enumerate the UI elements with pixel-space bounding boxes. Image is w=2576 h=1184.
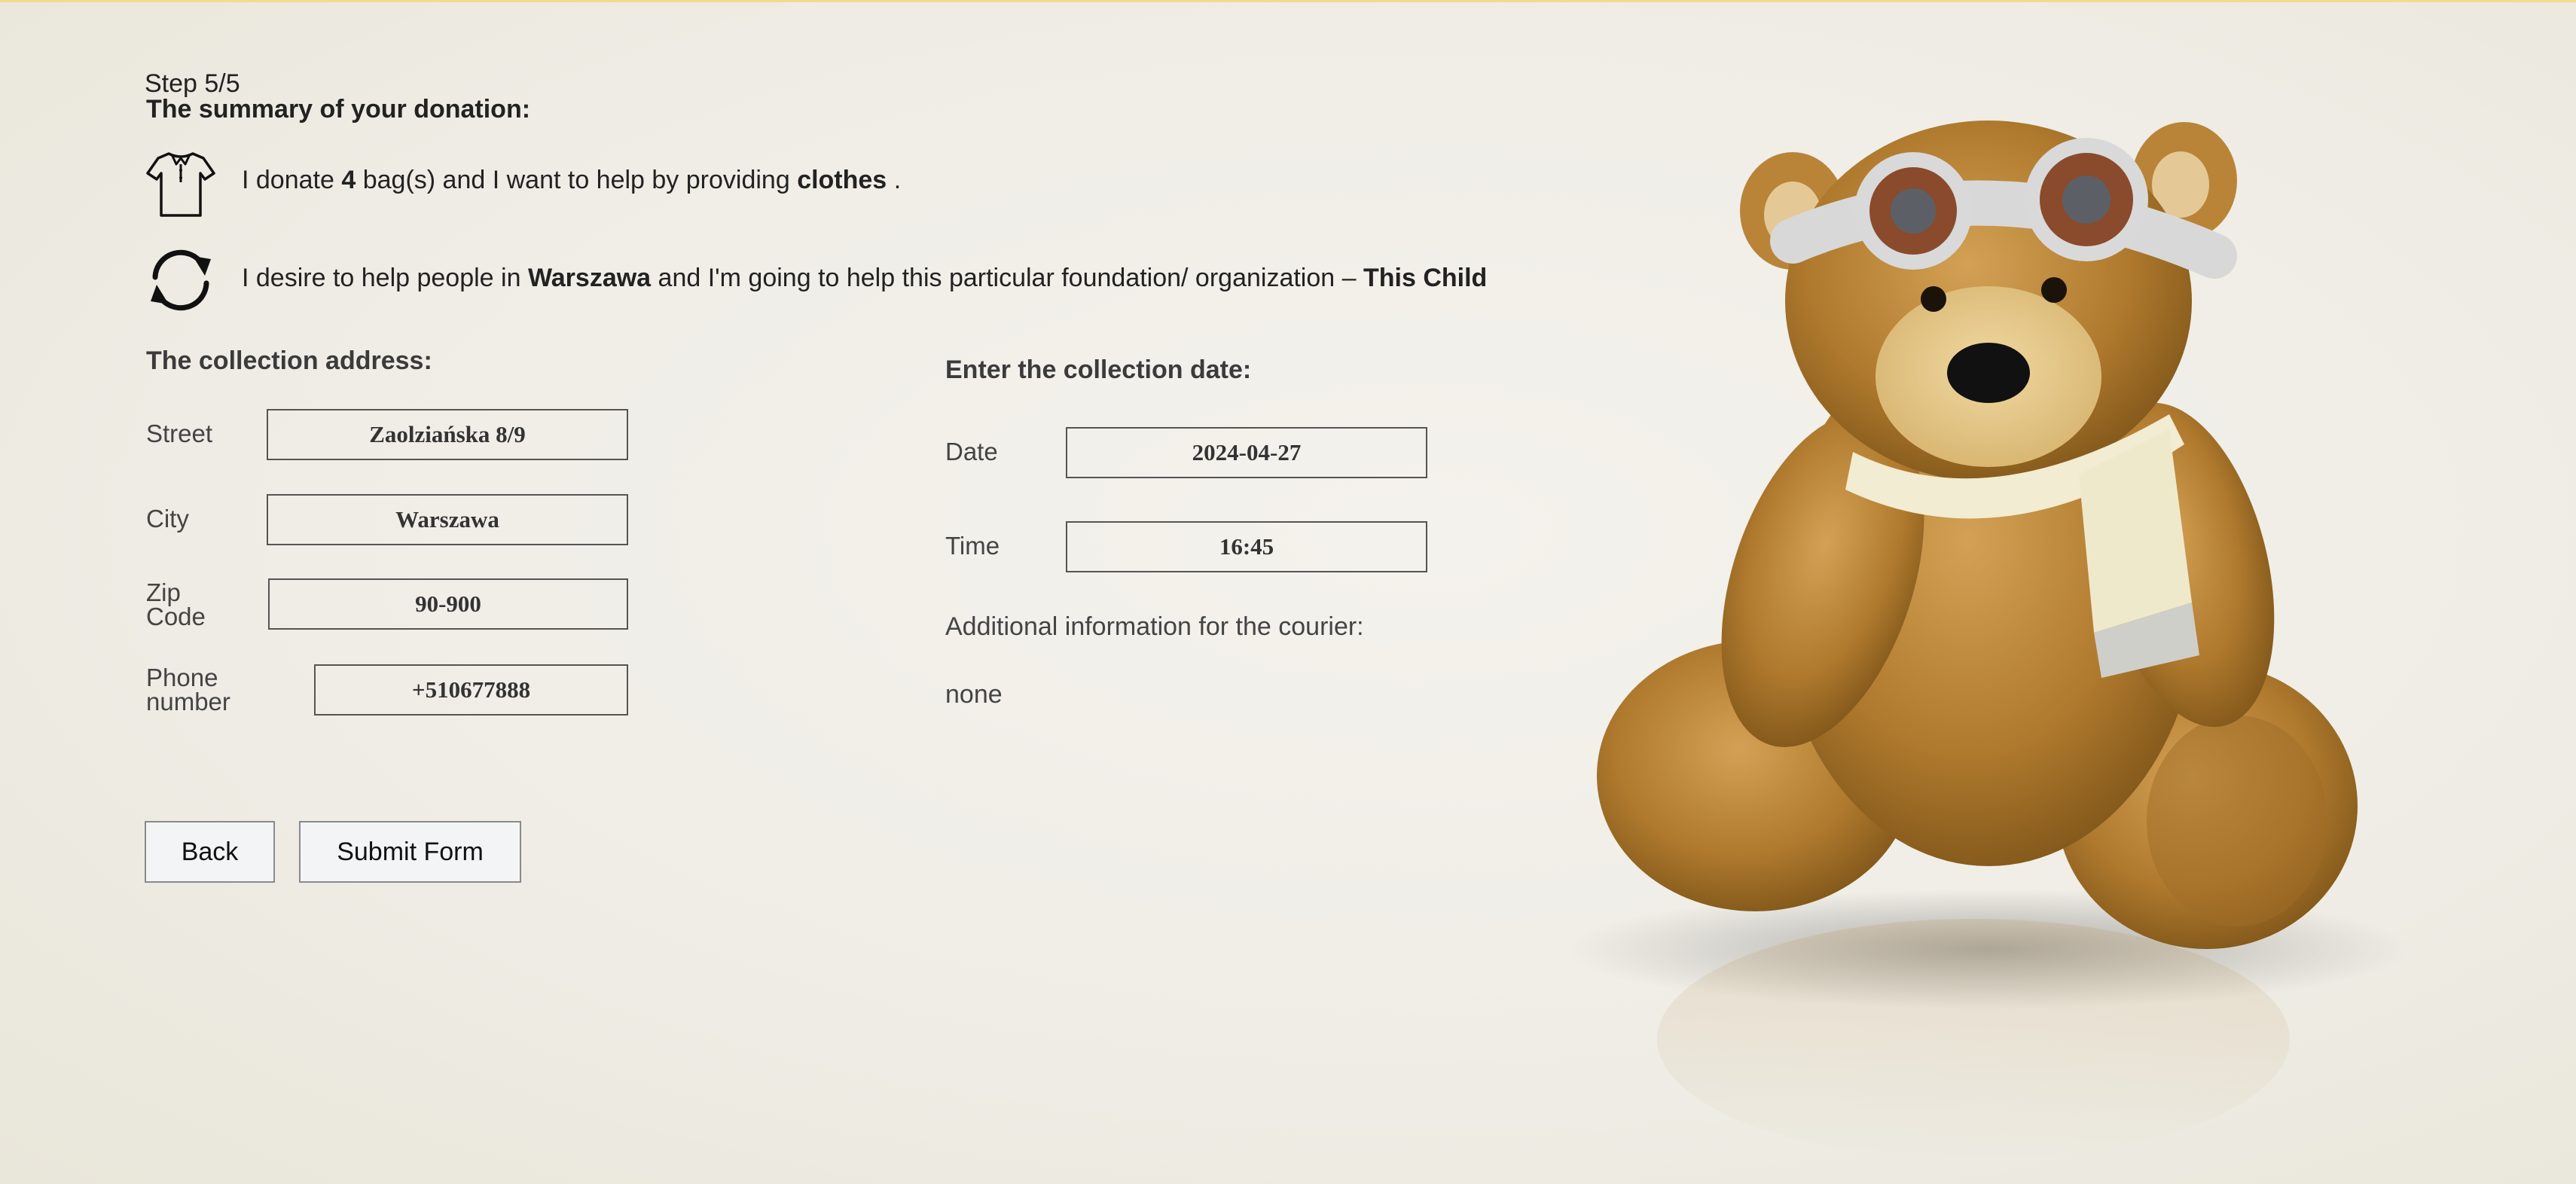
organization-name: This Child — [1363, 264, 1488, 292]
summary-title: The summary of your donation: — [146, 95, 531, 124]
courier-info-label: Additional information for the courier: — [945, 612, 1364, 641]
collection-date-title: Enter the collection date: — [945, 356, 1252, 384]
zip-code-label: Zip Code — [146, 578, 206, 630]
bags-count: 4 — [341, 166, 356, 194]
location-summary-line: I desire to help people in Warszawa and … — [242, 264, 1488, 292]
teddy-bear-illustration — [1567, 113, 2425, 1167]
collection-address-title: The collection address: — [146, 346, 432, 375]
shirt-icon — [145, 148, 217, 220]
zip-code-field[interactable]: 90-900 — [268, 578, 628, 630]
date-label: Date — [945, 438, 998, 465]
submit-form-button[interactable]: Submit Form — [299, 821, 521, 883]
city-label: City — [146, 505, 189, 532]
back-button[interactable]: Back — [145, 821, 275, 883]
city-field[interactable]: Warszawa — [267, 494, 628, 545]
phone-number-label: Phone number — [146, 664, 230, 716]
street-field[interactable]: Zaolziańska 8/9 — [267, 409, 628, 460]
phone-number-field[interactable]: +510677888 — [314, 664, 628, 716]
donation-summary-line: I donate 4 bag(s) and I want to help by … — [242, 166, 902, 194]
time-label: Time — [945, 532, 1000, 560]
street-label: Street — [146, 420, 213, 447]
top-accent-line — [0, 0, 2576, 2]
courier-info-value: none — [945, 680, 1003, 709]
date-field[interactable]: 2024-04-27 — [1066, 427, 1427, 478]
refresh-icon — [145, 244, 217, 316]
help-city: Warszawa — [527, 264, 652, 292]
time-field[interactable]: 16:45 — [1066, 521, 1427, 572]
donation-category: clothes — [797, 166, 887, 194]
